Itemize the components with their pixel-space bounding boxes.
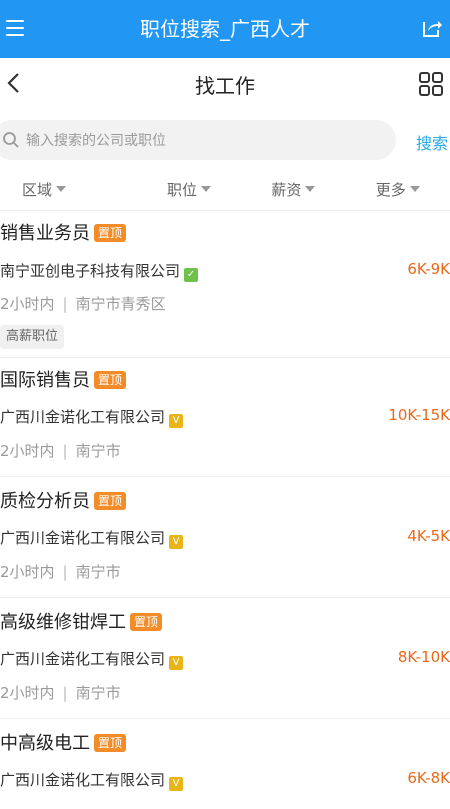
job-location: 南宁市 <box>75 684 121 702</box>
company-row: 广西川金诺化工有限公司 V <box>0 527 184 549</box>
filter-label: 区域 <box>22 181 53 199</box>
job-title-row: 国际销售员 置顶 <box>0 366 127 392</box>
separator: | <box>62 684 68 702</box>
job-title-row: 高级维修钳焊工 置顶 <box>0 608 163 634</box>
job-location: 南宁市 <box>75 563 121 581</box>
verified-badge-icon: V <box>169 414 184 428</box>
salary: 8K-10K <box>397 648 450 666</box>
filter-label: 职位 <box>167 181 198 199</box>
verified-badge-icon: ✓ <box>184 268 199 282</box>
job-item[interactable]: 中高级电工 置顶 广西川金诺化工有限公司 V 6K-8K <box>0 719 450 809</box>
company-name: 广西川金诺化工有限公司 <box>0 408 166 426</box>
app-header: 职位搜索_广西人才 <box>0 0 450 58</box>
dropdown-arrow-icon <box>409 185 420 192</box>
job-item[interactable]: 销售业务员 置顶 南宁亚创电子科技有限公司 ✓ 6K-9K 2小时内 | 南宁市青秀区 … <box>0 211 450 358</box>
filter-position[interactable]: 职位 <box>137 170 241 210</box>
job-item[interactable]: 高级维修钳焊工 置顶 广西川金诺化工有限公司 V 8K-10K 2小时内 | 南宁市 <box>0 598 450 719</box>
job-item[interactable]: 国际销售员 置顶 广西川金诺化工有限公司 V 10K-15K 2小时内 | 南宁市 <box>0 358 450 477</box>
job-title-row: 质检分析员 置顶 <box>0 487 127 513</box>
filter-more[interactable]: 更多 <box>346 170 450 210</box>
high-pay-tag: 高薪职位 <box>0 325 65 349</box>
salary: 4K-5K <box>407 527 450 545</box>
filter-salary[interactable]: 薪资 <box>241 170 345 210</box>
search-icon <box>3 132 19 148</box>
job-title-row: 销售业务员 置顶 <box>0 219 127 245</box>
search-button[interactable]: 搜索 <box>416 130 448 154</box>
app-title: 职位搜索_广西人才 <box>140 17 310 41</box>
job-location: 南宁市青秀区 <box>75 295 166 313</box>
dropdown-arrow-icon <box>305 185 316 192</box>
filter-label: 薪资 <box>271 181 302 199</box>
nav-bar: 找工作 <box>0 58 450 110</box>
verified-badge-icon: V <box>169 535 184 549</box>
top-tag: 置顶 <box>94 492 127 510</box>
separator: | <box>62 295 68 313</box>
company-name: 广西川金诺化工有限公司 <box>0 650 166 668</box>
job-title: 国际销售员 <box>0 370 90 391</box>
verified-badge-icon: V <box>169 777 184 791</box>
verified-badge-icon: V <box>169 656 184 670</box>
salary: 6K-8K <box>407 769 450 787</box>
job-meta: 2小时内 | 南宁市 <box>0 561 121 582</box>
top-tag: 置顶 <box>94 734 127 752</box>
job-title: 中高级电工 <box>0 733 90 754</box>
search-box[interactable] <box>0 120 396 160</box>
job-title-row: 中高级电工 置顶 <box>0 729 127 755</box>
post-time: 2小时内 <box>0 295 55 313</box>
post-time: 2小时内 <box>0 442 55 460</box>
job-item[interactable]: 质检分析员 置顶 广西川金诺化工有限公司 V 4K-5K 2小时内 | 南宁市 <box>0 477 450 598</box>
job-title: 高级维修钳焊工 <box>0 612 126 633</box>
separator: | <box>62 563 68 581</box>
salary: 10K-15K <box>388 406 450 424</box>
grid-menu-icon[interactable] <box>418 71 444 97</box>
job-list: 销售业务员 置顶 南宁亚创电子科技有限公司 ✓ 6K-9K 2小时内 | 南宁市青秀区 … <box>0 211 450 809</box>
search-row: 搜索 <box>0 120 450 162</box>
company-row: 广西川金诺化工有限公司 V <box>0 406 184 428</box>
post-time: 2小时内 <box>0 684 55 702</box>
job-meta: 2小时内 | 南宁市青秀区 <box>0 293 166 314</box>
company-name: 广西川金诺化工有限公司 <box>0 529 166 547</box>
filter-bar: 区域 职位 薪资 更多 <box>0 170 450 211</box>
company-name: 广西川金诺化工有限公司 <box>0 771 166 789</box>
company-row: 广西川金诺化工有限公司 V <box>0 769 184 791</box>
filter-region[interactable]: 区域 <box>0 170 137 210</box>
share-icon[interactable] <box>420 16 444 40</box>
dropdown-arrow-icon <box>56 185 67 192</box>
company-row: 广西川金诺化工有限公司 V <box>0 648 184 670</box>
filter-label: 更多 <box>375 181 406 199</box>
page-title: 找工作 <box>195 74 255 98</box>
job-meta: 2小时内 | 南宁市 <box>0 440 121 461</box>
top-tag: 置顶 <box>94 224 127 242</box>
post-time: 2小时内 <box>0 563 55 581</box>
company-row: 南宁亚创电子科技有限公司 ✓ <box>0 260 199 282</box>
dropdown-arrow-icon <box>201 185 212 192</box>
search-input[interactable] <box>24 127 378 155</box>
job-location: 南宁市 <box>75 442 121 460</box>
job-title: 质检分析员 <box>0 491 90 512</box>
top-tag: 置顶 <box>94 371 127 389</box>
top-tag: 置顶 <box>130 613 163 631</box>
company-name: 南宁亚创电子科技有限公司 <box>0 262 181 280</box>
job-title: 销售业务员 <box>0 223 90 244</box>
separator: | <box>62 442 68 460</box>
salary: 6K-9K <box>407 260 450 278</box>
job-meta: 2小时内 | 南宁市 <box>0 682 121 703</box>
